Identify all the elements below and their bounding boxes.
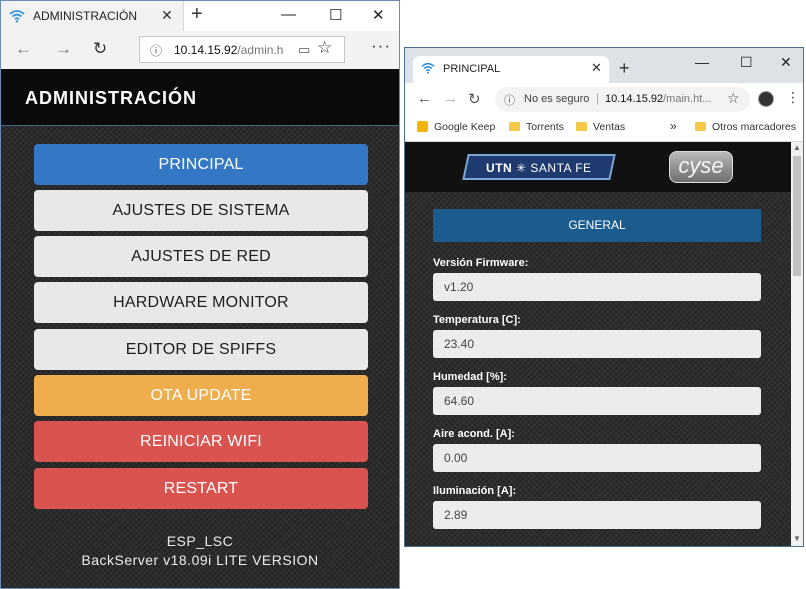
firmware-label: Versión Firmware: (433, 257, 529, 269)
folder-icon (576, 122, 587, 131)
close-window-icon[interactable]: ✕ (372, 6, 385, 24)
server-version: BackServer v18.09i LITE VERSION (81, 552, 319, 568)
cyse-logo: cyse (669, 151, 733, 183)
bookmark-torrents[interactable]: Torrents (509, 121, 564, 133)
new-tab-button[interactable]: + (619, 58, 630, 79)
reading-view-icon[interactable]: ▭ (298, 42, 310, 58)
close-window-icon[interactable]: ✕ (780, 54, 792, 71)
forward-icon[interactable]: → (55, 39, 72, 59)
ajustes-red-button[interactable]: AJUSTES DE RED (34, 236, 368, 277)
omnibox[interactable]: ⓘ No es seguro | 10.14.15.92/main.ht... … (495, 87, 750, 112)
maximize-icon[interactable]: ☐ (329, 6, 342, 24)
back-icon[interactable]: ← (417, 90, 432, 107)
scroll-down-icon[interactable]: ▼ (793, 534, 801, 543)
bookmark-ventas[interactable]: Ventas (576, 121, 625, 133)
ajustes-sistema-button[interactable]: AJUSTES DE SISTEMA (34, 190, 368, 231)
principal-button[interactable]: PRINCIPAL (34, 144, 368, 185)
general-section-button[interactable]: GENERAL (433, 209, 761, 242)
navigation-bar: ← → ↻ ⓘ No es seguro | 10.14.15.92/main.… (405, 83, 803, 116)
lighting-field: 2.89 (433, 501, 761, 529)
air-conditioning-label: Aire acond. [A]: (433, 428, 515, 440)
tab-principal[interactable]: PRINCIPAL ✕ (413, 56, 609, 83)
google-keep-icon (417, 121, 428, 132)
page-header: ADMINISTRACIÓN (1, 69, 399, 126)
kebab-menu-icon[interactable]: ⋮ (786, 89, 800, 106)
scroll-up-icon[interactable]: ▲ (793, 143, 801, 152)
refresh-icon[interactable]: ↻ (468, 90, 481, 108)
principal-browser-window: PRINCIPAL ✕ + — ☐ ✕ ← → ↻ ⓘ No es seguro… (404, 47, 804, 547)
favorite-star-icon[interactable]: ☆ (317, 38, 332, 58)
bookmark-google-keep[interactable]: Google Keep (417, 121, 495, 133)
address-bar[interactable]: ⓘ 10.14.15.92/admin.h (139, 36, 345, 63)
scrollbar-thumb[interactable] (793, 156, 801, 276)
folder-icon (695, 122, 706, 131)
more-options-icon[interactable]: ··· (371, 36, 391, 56)
minimize-icon[interactable]: — (281, 6, 296, 23)
temperature-field: 23.40 (433, 330, 761, 358)
temperature-label: Temperatura [C]: (433, 314, 521, 326)
firmware-field: v1.20 (433, 273, 761, 301)
forward-icon[interactable]: → (443, 90, 458, 107)
tab-strip: PRINCIPAL ✕ + — ☐ ✕ (405, 48, 803, 83)
wifi-icon (421, 62, 435, 74)
bookmark-otros-marcadores[interactable]: Otros marcadores (695, 121, 796, 133)
principal-page: UTN ✳ SANTA FE cyse GENERAL Versión Firm… (405, 142, 791, 546)
utn-santa-fe-logo: UTN ✳ SANTA FE (462, 154, 616, 180)
url-text: 10.14.15.92/admin.h (174, 43, 284, 57)
new-tab-button[interactable]: + (191, 3, 203, 26)
tab-title: PRINCIPAL (443, 63, 501, 75)
hardware-monitor-button[interactable]: HARDWARE MONITOR (34, 282, 368, 323)
not-secure-label: No es seguro (524, 93, 590, 105)
ota-update-button[interactable]: OTA UPDATE (34, 375, 368, 416)
maximize-icon[interactable]: ☐ (740, 54, 753, 71)
url-text: 10.14.15.92/main.ht... (605, 93, 712, 105)
logo-banner: UTN ✳ SANTA FE cyse (405, 142, 791, 192)
humidity-label: Humedad [%]: (433, 371, 507, 383)
refresh-icon[interactable]: ↻ (93, 39, 107, 59)
bookmark-star-icon[interactable]: ☆ (727, 90, 740, 107)
reiniciar-wifi-button[interactable]: REINICIAR WIFI (34, 421, 368, 462)
profile-avatar[interactable] (758, 91, 774, 107)
humidity-field: 64.60 (433, 387, 761, 415)
info-icon: ⓘ (150, 44, 163, 58)
admin-page: ADMINISTRACIÓN PRINCIPAL AJUSTES DE SIST… (1, 69, 399, 588)
folder-icon (509, 122, 520, 131)
wifi-icon (9, 10, 25, 23)
back-icon[interactable]: ← (15, 39, 32, 59)
restart-button[interactable]: RESTART (34, 468, 368, 509)
tab-administracion[interactable]: ADMINISTRACIÓN ✕ (1, 1, 184, 31)
device-name: ESP_LSC (166, 533, 234, 549)
navigation-bar: ← → ↻ ⓘ 10.14.15.92/admin.h (1, 31, 399, 69)
minimize-icon[interactable]: — (695, 54, 709, 70)
vertical-scrollbar[interactable]: ▲ ▼ (791, 142, 803, 546)
bookmarks-bar: Google Keep Torrents Ventas » Otros marc… (405, 116, 803, 142)
admin-browser-window: ADMINISTRACIÓN ✕ + — ☐ ✕ ← → ↻ ⓘ 10.14.1… (0, 0, 400, 589)
air-conditioning-field: 0.00 (433, 444, 761, 472)
close-tab-icon[interactable]: ✕ (591, 60, 602, 76)
tab-strip: ADMINISTRACIÓN ✕ + — ☐ ✕ (1, 1, 399, 31)
info-icon: ⓘ (504, 95, 515, 107)
close-tab-icon[interactable]: ✕ (161, 7, 173, 24)
editor-spiffs-button[interactable]: EDITOR DE SPIFFS (34, 329, 368, 370)
separator: | (596, 91, 600, 105)
page-title: ADMINISTRACIÓN (25, 88, 197, 108)
lighting-label: Iluminación [A]: (433, 485, 517, 497)
tab-title: ADMINISTRACIÓN (33, 9, 138, 23)
bookmarks-overflow-icon[interactable]: » (670, 119, 677, 133)
